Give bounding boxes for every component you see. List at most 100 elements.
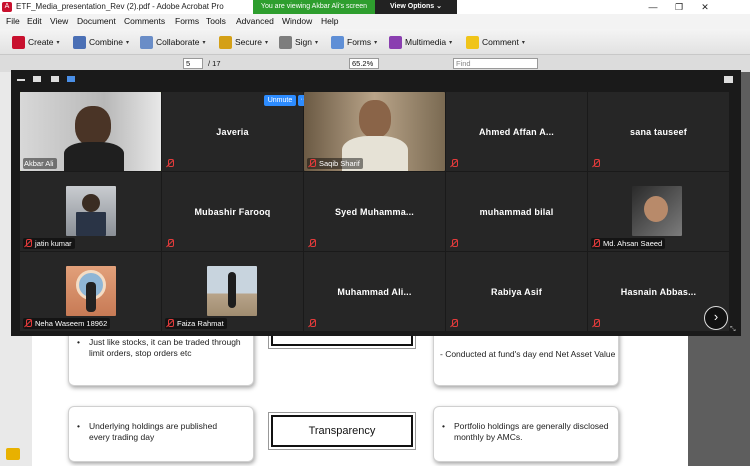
participant-name: Faiza Rahmat (177, 319, 224, 328)
exit-fullscreen-icon[interactable] (724, 76, 733, 83)
acrobat-app-icon: A (2, 2, 12, 12)
participant-label: Akbar Ali (23, 158, 57, 169)
multimedia-button[interactable]: Multimedia ▾ (389, 34, 452, 50)
participant-tile-syed-muhammad[interactable]: Syed Muhamma... (304, 172, 445, 251)
participant-tile-jatin-kumar[interactable]: jatin kumar (20, 172, 161, 251)
participant-name: Syed Muhamma... (334, 206, 415, 217)
participant-tile-muhammad-ali[interactable]: Muhammad Ali... (304, 252, 445, 331)
participant-tile-akbar-ali[interactable]: Akbar Ali (20, 92, 161, 171)
forms-label: Forms (347, 37, 372, 47)
participant-name: sana tauseef (630, 126, 687, 137)
bullet-icon: • (77, 421, 80, 431)
lock-icon (219, 35, 232, 49)
resize-handle-icon[interactable]: ⤡ (730, 326, 738, 334)
chevron-down-icon: ▾ (521, 39, 525, 46)
participant-tile-muhammad-bilal[interactable]: muhammad bilal (446, 172, 587, 251)
participant-label: jatin kumar (23, 238, 75, 249)
participant-name: Neha Waseem 18962 (35, 319, 108, 328)
zoom-level-input[interactable]: 65.2% (349, 58, 379, 69)
video-feed (64, 142, 124, 171)
profile-picture (86, 282, 96, 312)
acrobat-toolbar: Create ▾ Combine ▾ Collaborate ▾ Secure … (0, 29, 750, 55)
profile-picture (82, 194, 100, 212)
participant-tile-faiza-rahmat[interactable]: Faiza Rahmat (162, 252, 303, 331)
muted-mic-icon (24, 239, 32, 248)
participant-name: Md. Ahsan Saeed (603, 239, 663, 248)
chevron-down-icon: ▾ (449, 39, 453, 46)
speaker-view-icon[interactable] (33, 76, 41, 82)
participant-name: muhammad bilal (479, 206, 554, 217)
comment-button[interactable]: Comment ▾ (466, 34, 525, 50)
participant-name: Muhammad Ali... (337, 286, 412, 297)
next-page-button[interactable]: › (704, 306, 728, 330)
profile-picture (76, 212, 106, 236)
collaborate-button[interactable]: Collaborate ▾ (140, 34, 206, 50)
view-options-button[interactable]: View Options ⌄ (375, 0, 457, 14)
forms-icon (331, 35, 344, 49)
participant-tile-neha-waseem[interactable]: Neha Waseem 18962 (20, 252, 161, 331)
secure-button[interactable]: Secure ▾ (219, 34, 268, 50)
menu-file[interactable]: File (6, 16, 20, 26)
muted-mic-icon (450, 159, 458, 168)
muted-mic-icon (450, 319, 458, 328)
chevron-down-icon: ▾ (264, 39, 268, 46)
minimize-icon[interactable] (17, 79, 25, 81)
participant-name: Ahmed Affan A... (478, 126, 555, 137)
tile-view-icon[interactable] (51, 76, 59, 82)
zoom-topbar (11, 70, 741, 90)
restore-icon[interactable]: ❐ (666, 0, 692, 14)
chevron-down-icon: ▾ (202, 39, 206, 46)
menu-forms[interactable]: Forms (175, 16, 199, 26)
participant-tile-mubashir-farooq[interactable]: Mubashir Farooq (162, 172, 303, 251)
find-input[interactable]: Find (453, 58, 538, 69)
minimize-icon[interactable]: — (640, 0, 666, 14)
page-number-input[interactable]: 5 (183, 58, 203, 69)
combine-button[interactable]: Combine ▾ (73, 34, 129, 50)
slide-text: Portfolio holdings are generally disclos… (454, 421, 609, 442)
chevron-down-icon: ▾ (126, 39, 130, 46)
slide-text: Just like stocks, it can be traded throu… (89, 337, 241, 358)
slide-text: Underlying holdings are published every … (89, 421, 218, 442)
menu-advanced[interactable]: Advanced (236, 16, 274, 26)
slide-card-right-bottom: • Portfolio holdings are generally discl… (433, 406, 619, 462)
participant-tile-rabiya-asif[interactable]: Rabiya Asif (446, 252, 587, 331)
comment-icon[interactable] (6, 448, 20, 460)
menu-edit[interactable]: Edit (27, 16, 42, 26)
profile-picture (228, 272, 236, 308)
collaborate-label: Collaborate (156, 37, 200, 47)
chevron-down-icon: ▾ (56, 39, 60, 46)
sign-button[interactable]: Sign ▾ (279, 34, 318, 50)
collaborate-icon (140, 35, 153, 49)
menu-help[interactable]: Help (321, 16, 338, 26)
participant-tile-sana-tauseef[interactable]: sana tauseef (588, 92, 729, 171)
unmute-button[interactable]: Unmute (264, 95, 296, 106)
muted-mic-icon (308, 159, 316, 168)
participant-name: Mubashir Farooq (194, 206, 271, 217)
muted-mic-icon (592, 319, 600, 328)
menu-tools[interactable]: Tools (206, 16, 226, 26)
muted-mic-icon (592, 239, 600, 248)
participant-tile-md-ahsan-saeed[interactable]: Md. Ahsan Saeed (588, 172, 729, 251)
close-icon[interactable]: ✕ (692, 0, 718, 14)
transparency-label: Transparency (271, 415, 413, 447)
zoom-gallery-window: Akbar Ali Javeria Unmute ··· Saqib Shari… (11, 70, 741, 336)
multimedia-icon (389, 35, 402, 49)
forms-button[interactable]: Forms ▾ (331, 34, 377, 50)
participant-name: jatin kumar (35, 239, 72, 248)
menu-document[interactable]: Document (77, 16, 116, 26)
create-button[interactable]: Create ▾ (12, 34, 60, 50)
participant-label: Neha Waseem 18962 (23, 318, 111, 329)
comment-icon (466, 35, 479, 49)
create-icon (12, 35, 25, 49)
muted-mic-icon (166, 319, 174, 328)
participant-tile-ahmed-affan[interactable]: Ahmed Affan A... (446, 92, 587, 171)
gallery-view-icon[interactable] (67, 76, 75, 82)
participant-name: Rabiya Asif (491, 286, 542, 297)
menu-window[interactable]: Window (282, 16, 312, 26)
muted-mic-icon (24, 319, 32, 328)
participant-tile-saqib-sharif[interactable]: Saqib Sharif (304, 92, 445, 171)
menu-view[interactable]: View (50, 16, 68, 26)
slide-text: - Conducted at fund's day end Net Asset … (440, 349, 616, 359)
menu-comments[interactable]: Comments (124, 16, 165, 26)
participant-name: Akbar Ali (24, 159, 54, 168)
